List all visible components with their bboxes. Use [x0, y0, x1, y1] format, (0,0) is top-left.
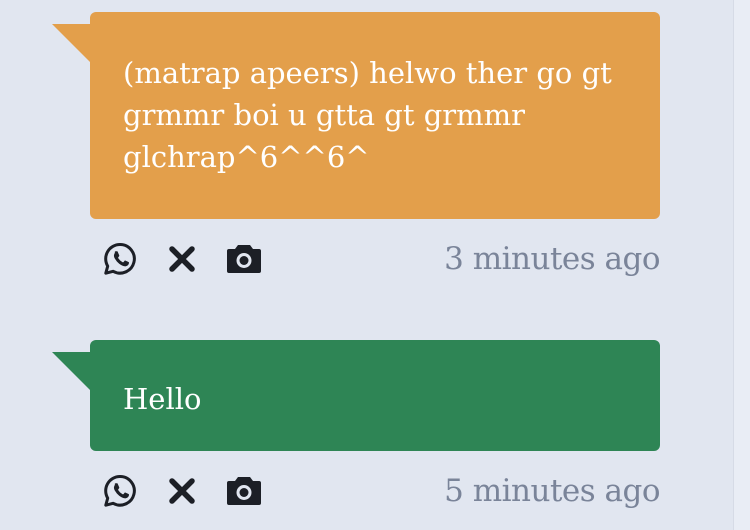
bubble-tail — [52, 352, 90, 390]
close-icon[interactable] — [162, 471, 202, 511]
close-icon[interactable] — [162, 239, 202, 279]
message-text: (matrap apeers) helwo ther go gt grmmr b… — [123, 56, 612, 175]
whatsapp-icon[interactable] — [100, 239, 140, 279]
bubble-tail — [52, 24, 90, 62]
message-actions: 3 minutes ago — [100, 235, 660, 283]
message-actions: 5 minutes ago — [100, 467, 660, 515]
scrollbar-track[interactable] — [733, 0, 750, 530]
whatsapp-icon[interactable] — [100, 471, 140, 511]
message-timestamp: 5 minutes ago — [444, 473, 660, 509]
message-bubble[interactable]: Hello — [52, 340, 660, 451]
message-feed: (matrap apeers) helwo ther go gt grmmr b… — [0, 0, 734, 530]
message-timestamp: 3 minutes ago — [444, 241, 660, 277]
message-text: Hello — [123, 382, 202, 416]
message-item: Hello 5 minutes ago — [52, 340, 660, 515]
camera-icon[interactable] — [224, 471, 264, 511]
camera-icon[interactable] — [224, 239, 264, 279]
message-item: (matrap apeers) helwo ther go gt grmmr b… — [52, 12, 660, 283]
message-bubble[interactable]: (matrap apeers) helwo ther go gt grmmr b… — [52, 12, 660, 219]
